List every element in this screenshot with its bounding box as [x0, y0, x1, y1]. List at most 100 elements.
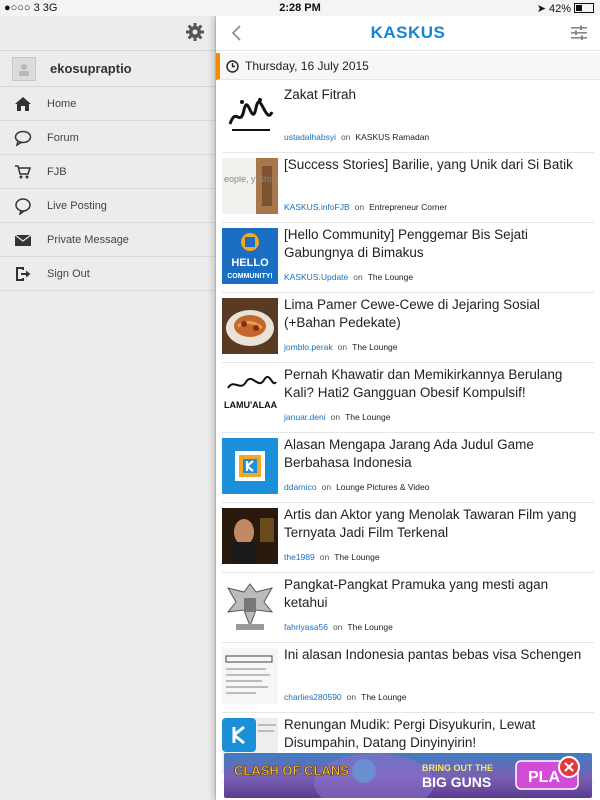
thread-row[interactable]: Ini alasan Indonesia pantas bebas visa S… [222, 642, 594, 713]
ad-banner[interactable]: CLASH OF CLANS BRING OUT THE BIG GUNS PL… [224, 753, 592, 798]
ad-mid-text-2: BIG GUNS [422, 774, 491, 790]
date-header: Thursday, 16 July 2015 [216, 53, 600, 80]
thread-row[interactable]: eople, y Stories [Success Stories] Baril… [222, 152, 594, 223]
kaskus-logo: KASKUS [216, 23, 600, 43]
thread-title[interactable]: Pernah Khawatir dan Memikirkannya Berula… [284, 366, 592, 402]
date-label: Thursday, 16 July 2015 [245, 59, 369, 73]
thread-title[interactable]: Lima Pamer Cewe-Cewe di Jejaring Sosial … [284, 296, 592, 332]
battery-indicator: ➤ 42% [537, 2, 594, 15]
sidebar-item-forum[interactable]: Forum [0, 121, 215, 155]
avatar [12, 56, 36, 81]
thread-row[interactable]: LAMU'ALAA Pernah Khawatir dan Memikirkan… [222, 362, 594, 433]
thread-title[interactable]: [Hello Community] Penggemar Bis Sejati G… [284, 226, 592, 262]
thread-meta: KASKUS.infoFJB on Entrepreneur Corner [284, 202, 448, 212]
status-bar: ●○○○ 3 3G 2:28 PM ➤ 42% [0, 0, 600, 16]
svg-text:LAMU'ALAA: LAMU'ALAA [224, 400, 278, 410]
thread-author[interactable]: charlies280590 [284, 692, 342, 702]
svg-text:eople, y Stories: eople, y Stories [224, 174, 278, 184]
battery-icon [574, 3, 594, 13]
thread-row[interactable]: Pangkat-Pangkat Pramuka yang mesti agan … [222, 572, 594, 643]
thread-title[interactable]: [Success Stories] Barilie, yang Unik dar… [284, 156, 592, 174]
thread-author[interactable]: the1989 [284, 552, 315, 562]
thread-forum[interactable]: Lounge Pictures & Video [336, 482, 429, 492]
thread-title[interactable]: Renungan Mudik: Pergi Disyukurin, Lewat … [284, 716, 592, 752]
thread-author[interactable]: KASKUS.infoFJB [284, 202, 350, 212]
navigation-bar: KASKUS [216, 16, 600, 51]
thread-author[interactable]: januar.deni [284, 412, 326, 422]
thread-forum[interactable]: The Lounge [347, 622, 392, 632]
location-icon: ➤ [536, 3, 546, 15]
thread-author[interactable]: ustadalhabsyi [284, 132, 336, 142]
thread-row[interactable]: Artis dan Aktor yang Menolak Tawaran Fil… [222, 502, 594, 573]
svg-text:COMMUNITY!: COMMUNITY! [227, 273, 273, 280]
thread-thumbnail [222, 438, 278, 494]
thread-forum[interactable]: KASKUS Ramadan [355, 132, 429, 142]
thread-forum[interactable]: Entrepreneur Corner [369, 202, 447, 212]
thread-meta: jomblo.perak on The Lounge [284, 342, 398, 352]
user-profile[interactable]: ekosupraptio [0, 51, 215, 87]
sidebar-item-live-posting[interactable]: Live Posting [0, 189, 215, 223]
thread-forum[interactable]: The Lounge [352, 342, 397, 352]
thread-thumbnail: HELLO COMMUNITY! [222, 228, 278, 284]
thread-title[interactable]: Alasan Mengapa Jarang Ada Judul Game Ber… [284, 436, 592, 472]
thread-title[interactable]: Zakat Fitrah [284, 86, 592, 104]
thread-meta: charlies280590 on The Lounge [284, 692, 407, 702]
thread-thumbnail [222, 648, 278, 704]
username: ekosupraptio [50, 61, 132, 76]
thread-thumbnail: LAMU'ALAA [222, 368, 278, 424]
side-menu-header [0, 16, 215, 51]
thread-meta: fahriyasa56 on The Lounge [284, 622, 393, 632]
sign-out-icon [16, 266, 31, 281]
thread-meta: ddarnico on Lounge Pictures & Video [284, 482, 430, 492]
thread-thumbnail: eople, y Stories [222, 158, 278, 214]
sidebar-item-home[interactable]: Home [0, 87, 215, 121]
thread-author[interactable]: KASKUS.Update [284, 272, 348, 282]
thread-meta: the1989 on The Lounge [284, 552, 380, 562]
thread-author[interactable]: ddarnico [284, 482, 317, 492]
sidebar-item-label: Live Posting [47, 199, 107, 212]
home-icon [15, 96, 31, 111]
clock: 2:28 PM [279, 2, 321, 14]
filter-menu-icon[interactable] [570, 25, 588, 41]
thread-forum[interactable]: The Lounge [368, 272, 413, 282]
sidebar-item-label: FJB [47, 165, 67, 178]
sidebar-item-label: Home [47, 97, 77, 110]
thread-row[interactable]: HELLO COMMUNITY! [Hello Community] Pengge… [222, 222, 594, 293]
thread-row[interactable]: Alasan Mengapa Jarang Ada Judul Game Ber… [222, 432, 594, 503]
thread-title[interactable]: Ini alasan Indonesia pantas bebas visa S… [284, 646, 592, 664]
user-placeholder-icon [19, 63, 29, 76]
sidebar-item-label: Sign Out [47, 267, 90, 280]
sidebar-item-label: Private Message [47, 233, 129, 246]
svg-text:HELLO: HELLO [231, 257, 269, 269]
thread-forum[interactable]: The Lounge [334, 552, 379, 562]
thread-forum[interactable]: The Lounge [361, 692, 406, 702]
logo-rest: ASKUS [383, 23, 446, 42]
ad-left-text: CLASH OF CLANS [234, 763, 349, 778]
thread-author[interactable]: jomblo.perak [284, 342, 333, 352]
thread-title[interactable]: Pangkat-Pangkat Pramuka yang mesti agan … [284, 576, 592, 612]
thread-title[interactable]: Artis dan Aktor yang Menolak Tawaran Fil… [284, 506, 592, 542]
thread-thumbnail [222, 578, 278, 634]
thread-forum[interactable]: The Lounge [345, 412, 390, 422]
sidebar-item-sign-out[interactable]: Sign Out [0, 257, 215, 291]
thread-thumbnail [222, 88, 278, 144]
thread-row[interactable]: Lima Pamer Cewe-Cewe di Jejaring Sosial … [222, 292, 594, 363]
sidebar-item-label: Forum [47, 131, 79, 144]
sidebar-item-private-message[interactable]: Private Message [0, 223, 215, 257]
cart-icon [15, 164, 32, 178]
thread-row[interactable]: Zakat Fitrah ustadalhabsyi on KASKUS Ramad… [222, 82, 594, 153]
gear-icon[interactable] [185, 22, 205, 42]
logo-k: K [370, 23, 384, 42]
side-menu: ekosupraptio Home Forum FJB Live Posting… [0, 16, 216, 800]
thread-author[interactable]: fahriyasa56 [284, 622, 328, 632]
thread-thumbnail [222, 298, 278, 354]
thread-thumbnail [222, 508, 278, 564]
speech-icon [15, 197, 31, 215]
thread-meta: KASKUS.Update on The Lounge [284, 272, 414, 282]
ad-play-text: PLA [528, 769, 560, 786]
ad-mid-text-1: BRING OUT THE [422, 763, 493, 773]
envelope-icon [14, 234, 32, 246]
sidebar-item-fjb[interactable]: FJB [0, 155, 215, 189]
main-panel: KASKUS Thursday, 16 July 2015 Zakat Fitr… [216, 16, 600, 800]
clock-icon [226, 59, 239, 73]
